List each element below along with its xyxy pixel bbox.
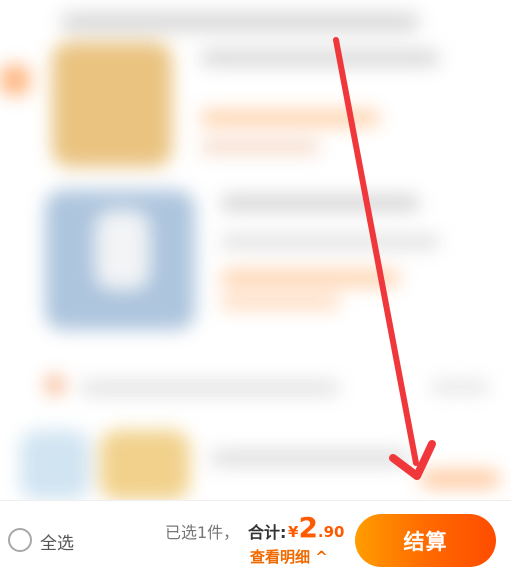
arrow-shaft [333,37,419,466]
annotation-arrow [333,37,436,480]
